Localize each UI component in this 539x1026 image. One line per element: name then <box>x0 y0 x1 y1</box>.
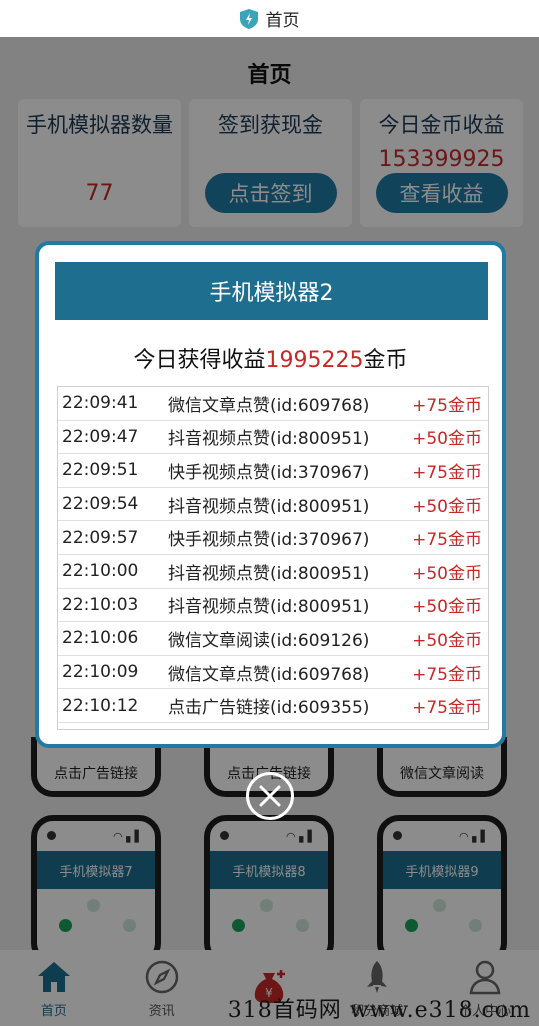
log-row: 22:10:09 微信文章点赞(id:609768) +75金币 <box>58 656 488 690</box>
log-reward: +75金币 <box>412 530 482 551</box>
log-reward: +50金币 <box>412 630 482 651</box>
log-time: 22:09:51 <box>62 460 139 481</box>
app-title: 首页 <box>265 11 300 31</box>
watermark-text: 318首码网 www.e318.com <box>227 998 531 1023</box>
log-desc: 抖音视频点赞(id:800951) <box>168 563 370 584</box>
earnings-summary: 今日获得收益1995225金币 <box>39 342 502 374</box>
log-time: 22:09:54 <box>62 494 139 515</box>
log-time: 22:10:03 <box>62 594 139 615</box>
close-icon <box>259 785 281 807</box>
log-time: 22:10:09 <box>62 662 139 683</box>
summary-suffix: 金币 <box>363 348 408 373</box>
log-time: 22:09:47 <box>62 426 139 447</box>
log-desc: 抖音视频点赞(id:800951) <box>168 429 370 450</box>
log-row: 22:09:47 抖音视频点赞(id:800951) +50金币 <box>58 421 488 455</box>
log-row: 22:10:03 抖音视频点赞(id:800951) +50金币 <box>58 589 488 623</box>
log-row: 22:09:41 微信文章点赞(id:609768) +75金币 <box>58 387 488 421</box>
log-desc: 微信文章点赞(id:609768) <box>168 395 370 416</box>
log-row: 22:09:57 快手视频点赞(id:370967) +75金币 <box>58 521 488 555</box>
log-row: 22:09:54 抖音视频点赞(id:800951) +50金币 <box>58 488 488 522</box>
app-title-bar: 首页 <box>0 0 539 37</box>
log-time: 22:10:00 <box>62 561 139 582</box>
log-reward: +50金币 <box>412 496 482 517</box>
simulator-earnings-dialog: 手机模拟器2 今日获得收益1995225金币 22:09:41 微信文章点赞(i… <box>35 241 506 748</box>
log-row: 22:10:00 抖音视频点赞(id:800951) +50金币 <box>58 555 488 589</box>
log-time: 22:10:06 <box>62 628 139 649</box>
log-row: 22:10:06 微信文章阅读(id:609126) +50金币 <box>58 622 488 656</box>
summary-amount: 1995225 <box>265 348 364 373</box>
log-reward: +50金币 <box>412 429 482 450</box>
log-reward: +75金币 <box>412 698 482 719</box>
log-reward: +75金币 <box>412 462 482 483</box>
log-reward: +50金币 <box>412 563 482 584</box>
log-desc: 快手视频点赞(id:370967) <box>168 530 370 551</box>
log-reward: +50金币 <box>412 597 482 618</box>
log-desc: 点击广告链接(id:609355) <box>168 698 370 719</box>
log-reward: +75金币 <box>412 664 482 685</box>
log-row: 22:10:12 点击广告链接(id:609355) +75金币 <box>58 689 488 723</box>
log-time: 22:10:12 <box>62 695 139 716</box>
log-desc: 微信文章阅读(id:609126) <box>168 630 370 651</box>
log-time: 22:09:57 <box>62 527 139 548</box>
close-dialog-button[interactable] <box>246 772 294 820</box>
log-row: 22:09:51 快手视频点赞(id:370967) +75金币 <box>58 454 488 488</box>
log-desc: 微信文章点赞(id:609768) <box>168 664 370 685</box>
log-desc: 抖音视频点赞(id:800951) <box>168 597 370 618</box>
dialog-title: 手机模拟器2 <box>55 262 488 320</box>
summary-prefix: 今日获得收益 <box>133 348 266 373</box>
shield-icon <box>239 8 258 29</box>
log-time: 22:09:41 <box>62 393 139 414</box>
log-reward: +75金币 <box>412 395 482 416</box>
log-desc: 抖音视频点赞(id:800951) <box>168 496 370 517</box>
earnings-log[interactable]: 22:09:41 微信文章点赞(id:609768) +75金币 22:09:4… <box>57 386 489 730</box>
log-desc: 快手视频点赞(id:370967) <box>168 462 370 483</box>
